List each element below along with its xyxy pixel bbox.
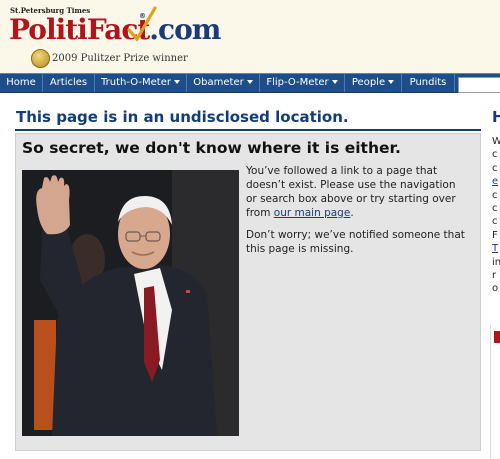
nav-articles[interactable]: Articles xyxy=(43,74,95,92)
right-column-line: c xyxy=(492,216,498,228)
pulitzer-medal-icon xyxy=(31,49,50,68)
nav-people-label: People xyxy=(351,77,386,88)
right-column-line: W xyxy=(492,136,500,147)
chevron-down-icon xyxy=(246,80,253,84)
nav-articles-label: Articles xyxy=(49,77,88,88)
chevron-down-icon xyxy=(173,80,180,84)
logo-registered: ® xyxy=(139,12,146,20)
right-column-line: c xyxy=(492,149,498,161)
nav-flip-o-meter-label: Flip-O-Meter xyxy=(266,77,329,88)
nav-truth-o-meter[interactable]: Truth-O-Meter xyxy=(95,74,187,92)
right-column-text: W c c e c c c F T in r o xyxy=(492,135,500,296)
right-column-line: o xyxy=(492,283,499,295)
chevron-down-icon xyxy=(331,80,338,84)
nav-obameter[interactable]: Obameter xyxy=(187,74,260,92)
main-nav: Home Articles Truth-O-Meter Obameter Fli… xyxy=(0,73,500,93)
right-column-line: c xyxy=(492,162,498,174)
nav-pundits-label: Pundits xyxy=(409,77,447,88)
nav-flip-o-meter[interactable]: Flip-O-Meter xyxy=(260,74,345,92)
right-column-box xyxy=(490,325,500,459)
waving-man-illustration xyxy=(22,170,239,436)
nav-pundits[interactable]: Pundits xyxy=(402,74,455,92)
nav-home-label: Home xyxy=(6,77,36,88)
error-heading: So secret, we don't know where it is eit… xyxy=(22,139,401,157)
right-column-heading: H xyxy=(492,108,500,126)
right-column-line: in xyxy=(492,256,500,268)
nav-obameter-label: Obameter xyxy=(193,77,244,88)
right-column-link[interactable]: e xyxy=(492,175,500,188)
error-message-end: . xyxy=(350,207,354,219)
right-column-line: r xyxy=(492,270,497,282)
right-column-link[interactable]: T xyxy=(492,242,500,255)
site-logo[interactable]: PolitiFact.com ® xyxy=(9,6,221,48)
error-photo xyxy=(22,170,239,436)
nav-truth-o-meter-label: Truth-O-Meter xyxy=(101,77,171,88)
right-column-line: c xyxy=(492,189,498,201)
main-page-link[interactable]: our main page xyxy=(274,207,351,219)
title-divider xyxy=(15,129,481,131)
page-title: This page is in an undisclosed location. xyxy=(16,108,349,126)
logo-domain: .com xyxy=(149,13,221,46)
right-column-accent xyxy=(494,331,500,343)
pulitzer-text: 2009 Pulitzer Prize winner xyxy=(52,53,188,64)
chevron-down-icon xyxy=(388,80,395,84)
nav-people[interactable]: People xyxy=(345,74,402,92)
error-message-2: Don’t worry; we’ve notified someone that… xyxy=(246,229,465,255)
site-header: St.Petersburg Times PolitiFact.com ® 200… xyxy=(0,0,500,73)
search-input[interactable] xyxy=(458,77,500,93)
checkmark-icon: ® xyxy=(127,6,157,42)
error-message-1: You’ve followed a link to a page that do… xyxy=(246,164,468,220)
right-column-line: F xyxy=(492,229,498,241)
right-column-line: c xyxy=(492,203,498,215)
nav-home[interactable]: Home xyxy=(0,74,43,92)
